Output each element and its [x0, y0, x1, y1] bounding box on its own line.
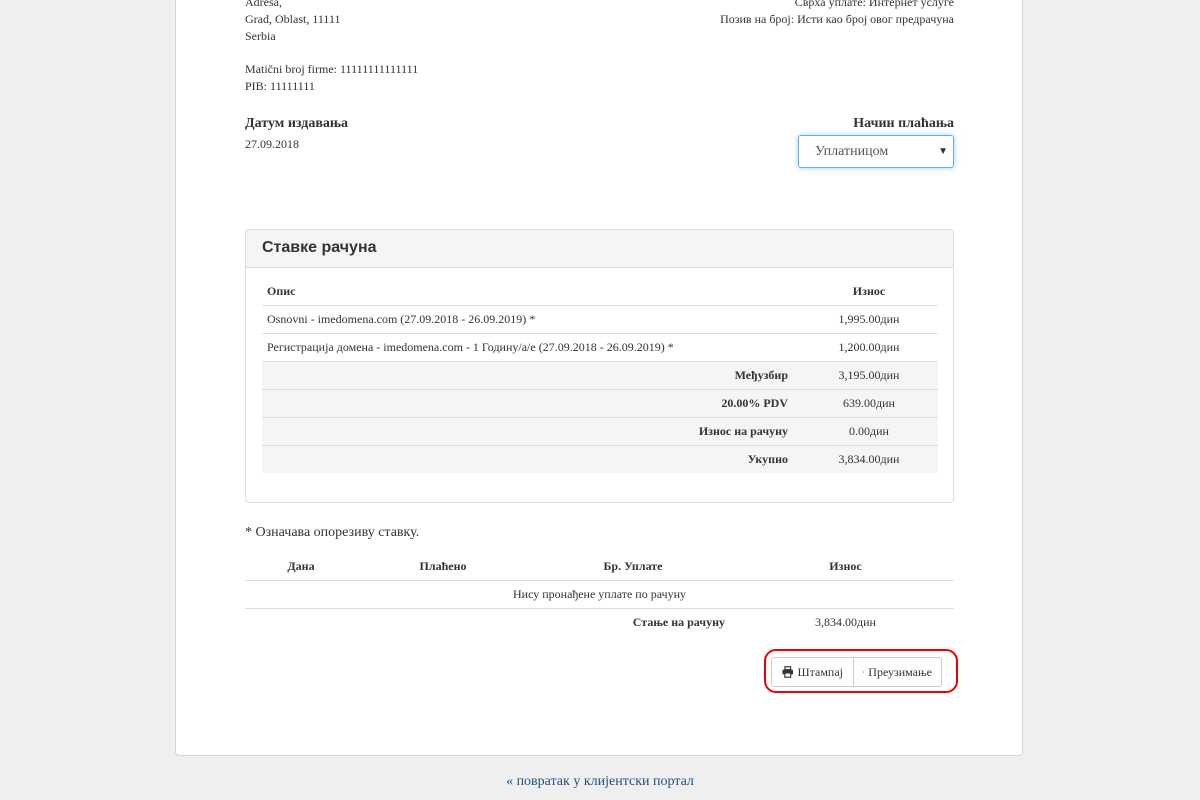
- invoice-items-table: Опис Износ Osnovni - imedomena.com (27.0…: [262, 278, 938, 473]
- table-header-row: Дана Плаћено Бр. Уплате Износ: [245, 553, 954, 581]
- summary-label: Износ на рачуну: [262, 417, 800, 446]
- column-header-date: Дана: [245, 553, 357, 581]
- table-header-row: Опис Износ: [262, 278, 938, 306]
- billing-address: Adresa, Grad, Oblast, 11111 Serbia: [245, 0, 341, 45]
- payment-method-label: Начин плаћања: [853, 116, 954, 131]
- table-row: Регистрација домена - imedomena.com - 1 …: [262, 333, 938, 362]
- back-to-portal-link[interactable]: « повратак у клијентски портал: [0, 774, 1200, 790]
- column-header-gateway: Плаћено: [357, 553, 529, 581]
- company-id-value: 11111111111111: [339, 62, 419, 76]
- item-description: Osnovni - imedomena.com (27.09.2018 - 26…: [262, 305, 800, 334]
- address-line: Adresa,: [245, 0, 282, 9]
- summary-row-total: Укупно 3,834.00дин: [262, 445, 938, 473]
- item-amount: 1,995.00дин: [800, 305, 938, 334]
- issue-date-value: 27.09.2018: [245, 137, 299, 151]
- download-button[interactable]: Преузимање: [854, 657, 942, 687]
- action-buttons: Штампај Преузимање: [771, 657, 942, 687]
- taxable-note: * Означава опорезиву ставку.: [245, 525, 420, 540]
- summary-row-tax: 20.00% PDV 639.00дин: [262, 389, 938, 418]
- address-line: Grad, Oblast, 11111: [245, 12, 341, 26]
- print-button[interactable]: Штампај: [771, 657, 854, 687]
- column-header-amount: Износ: [852, 284, 886, 298]
- column-header-description: Опис: [267, 284, 296, 298]
- download-icon: [863, 671, 865, 673]
- summary-value: 639.00дин: [800, 389, 938, 418]
- pib-line: PIB: 11111111: [245, 78, 418, 95]
- summary-label: Међузбир: [262, 361, 800, 390]
- payment-reference: Позив на број: Исти као број овог предра…: [720, 12, 954, 26]
- panel-title: Ставке рачуна: [246, 230, 953, 268]
- download-label: Преузимање: [868, 664, 932, 679]
- pib-value: 11111111: [270, 79, 315, 93]
- item-amount: 1,200.00дин: [800, 333, 938, 362]
- company-id-line: Matični broj firme: 11111111111111: [245, 61, 418, 78]
- summary-value: 0.00дин: [800, 417, 938, 446]
- summary-value: 3,195.00дин: [800, 361, 938, 390]
- payment-info: Сврха уплате: Интернет услуге Позив на б…: [720, 0, 954, 28]
- empty-message: Нису пронађене уплате по рачуну: [245, 580, 954, 609]
- transactions-table: Дана Плаћено Бр. Уплате Износ Нису прона…: [245, 553, 954, 636]
- table-row: Osnovni - imedomena.com (27.09.2018 - 26…: [262, 305, 938, 334]
- printer-icon: [782, 666, 794, 678]
- summary-row-credit: Износ на рачуну 0.00дин: [262, 417, 938, 446]
- column-header-amount: Износ: [737, 553, 954, 581]
- pib-label: PIB:: [245, 79, 268, 93]
- balance-label: Стање на рачуну: [632, 615, 725, 629]
- chevron-down-icon: ▼: [938, 146, 948, 157]
- summary-value: 3,834.00дин: [800, 445, 938, 473]
- item-description: Регистрација домена - imedomena.com - 1 …: [262, 333, 800, 362]
- address-line: Serbia: [245, 29, 276, 43]
- company-ids: Matični broj firme: 11111111111111 PIB: …: [245, 61, 418, 95]
- payment-method-select[interactable]: Уплатницом ▼: [798, 135, 954, 168]
- issue-date-label: Датум издавања: [245, 116, 349, 131]
- payment-method-value: Уплатницом: [815, 144, 889, 159]
- table-row-empty: Нису пронађене уплате по рачуну: [245, 580, 954, 609]
- summary-label: Укупно: [262, 445, 800, 473]
- payment-purpose: Сврха уплате: Интернет услуге: [794, 0, 954, 9]
- column-header-trans-id: Бр. Уплате: [529, 553, 737, 581]
- company-id-label: Matični broj firme:: [245, 62, 337, 76]
- balance-value: 3,834.00дин: [815, 615, 876, 629]
- balance-row: Стање на рачуну 3,834.00дин: [245, 609, 954, 637]
- summary-label: 20.00% PDV: [262, 389, 800, 418]
- summary-row-subtotal: Међузбир 3,195.00дин: [262, 361, 938, 390]
- invoice-items-panel: Ставке рачуна Опис Износ Osnovni - imedo…: [245, 229, 954, 503]
- print-label: Штампај: [797, 664, 844, 679]
